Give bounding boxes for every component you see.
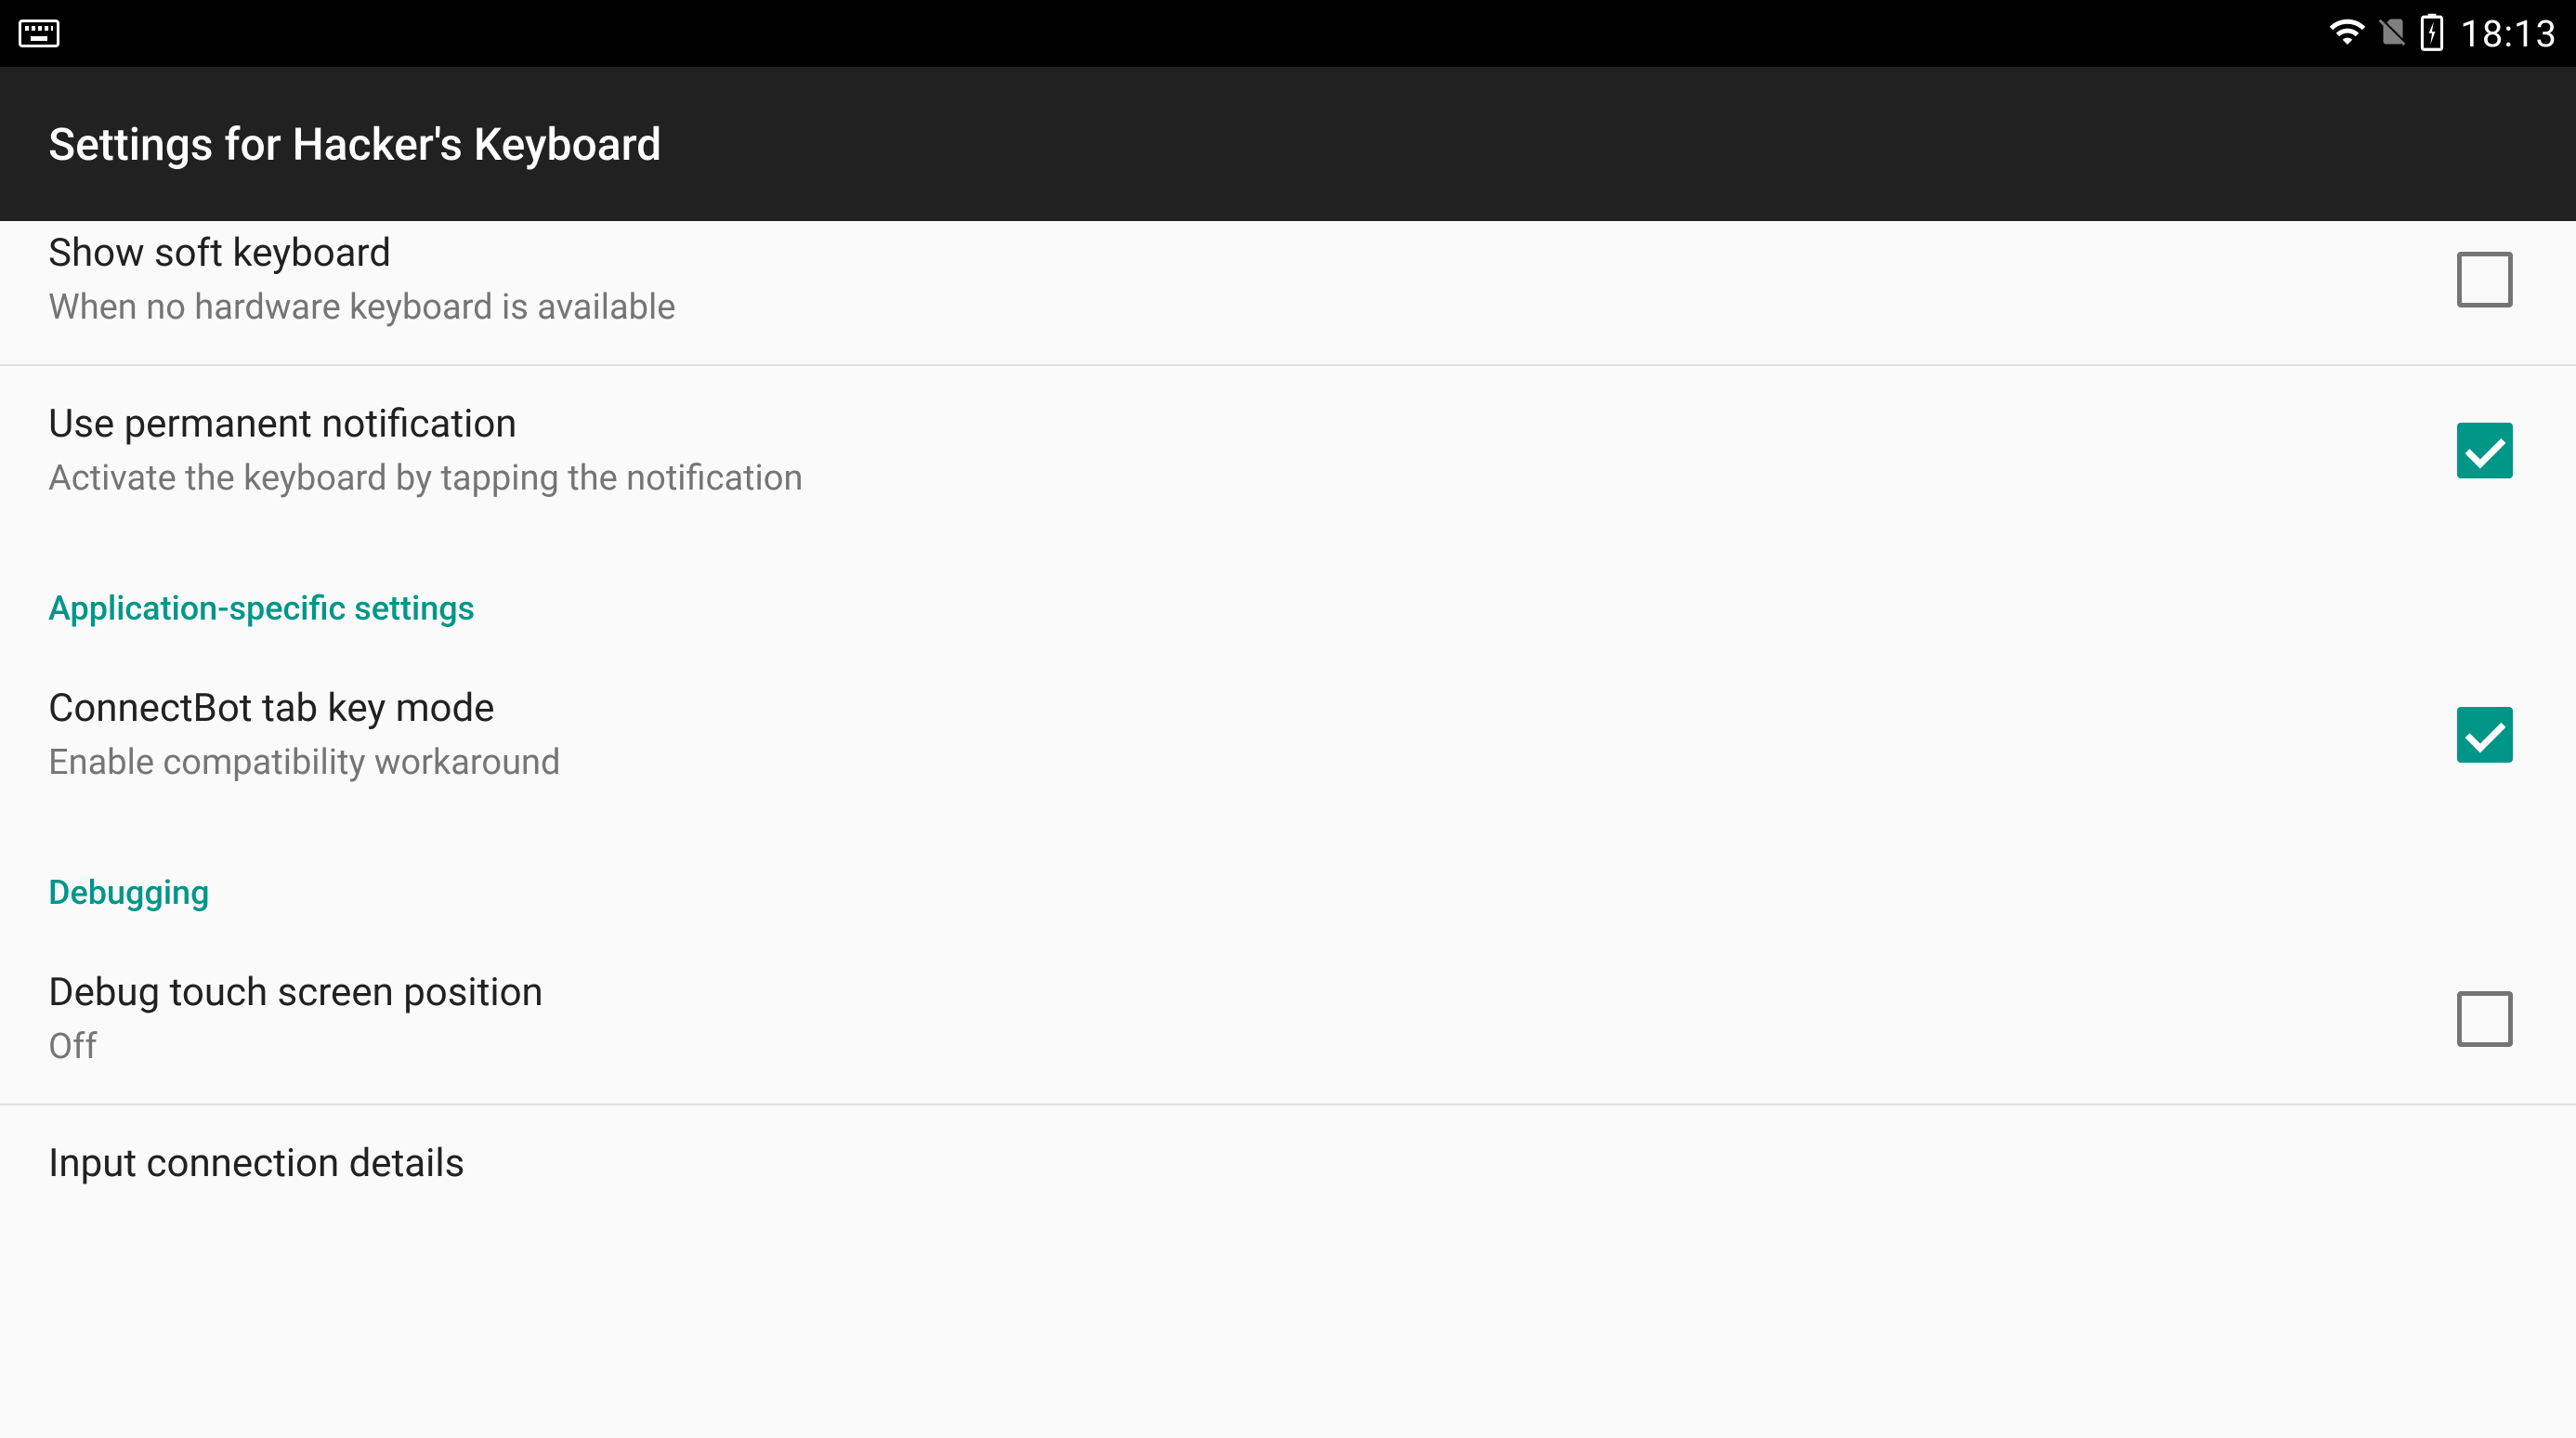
setting-show-soft-keyboard[interactable]: Show soft keyboard When no hardware keyb… [0, 221, 2576, 364]
checkbox-checked[interactable] [2457, 423, 2513, 478]
setting-title: Input connection details [48, 1139, 2528, 1190]
section-title: Application-specific settings [48, 589, 2528, 628]
setting-subtitle: Off [48, 1025, 2457, 1070]
section-application-specific: Application-specific settings [0, 535, 2576, 650]
setting-text: Use permanent notification Activate the … [48, 399, 2457, 502]
page-title: Settings for Hacker's Keyboard [48, 118, 661, 171]
wifi-icon [2328, 12, 2367, 55]
settings-list[interactable]: Show soft keyboard When no hardware keyb… [0, 221, 2576, 1223]
status-time: 18:13 [2460, 12, 2557, 56]
setting-title: ConnectBot tab key mode [48, 684, 2457, 735]
setting-title: Debug touch screen position [48, 968, 2457, 1019]
setting-text: Show soft keyboard When no hardware keyb… [48, 229, 2457, 331]
setting-debug-touch[interactable]: Debug touch screen position Off [0, 935, 2576, 1104]
setting-subtitle: When no hardware keyboard is available [48, 285, 2457, 331]
status-right: 18:13 [2328, 12, 2557, 56]
checkbox-unchecked[interactable] [2457, 991, 2513, 1047]
setting-input-connection-details[interactable]: Input connection details [0, 1105, 2576, 1223]
setting-permanent-notification[interactable]: Use permanent notification Activate the … [0, 366, 2576, 535]
checkbox-unchecked[interactable] [2457, 252, 2513, 307]
app-bar: Settings for Hacker's Keyboard [0, 67, 2576, 221]
setting-title: Show soft keyboard [48, 229, 2457, 280]
checkbox-checked[interactable] [2457, 707, 2513, 763]
keyboard-icon [19, 20, 59, 47]
setting-text: Debug touch screen position Off [48, 968, 2457, 1070]
section-title: Debugging [48, 873, 2528, 912]
battery-charging-icon [2419, 12, 2445, 55]
section-debugging: Debugging [0, 819, 2576, 935]
setting-text: Input connection details [48, 1139, 2528, 1190]
setting-title: Use permanent notification [48, 399, 2457, 451]
status-left [19, 20, 59, 47]
no-sim-icon [2376, 15, 2410, 52]
setting-subtitle: Activate the keyboard by tapping the not… [48, 456, 2457, 502]
status-bar: 18:13 [0, 0, 2576, 67]
setting-subtitle: Enable compatibility workaround [48, 740, 2457, 786]
setting-connectbot-tab[interactable]: ConnectBot tab key mode Enable compatibi… [0, 650, 2576, 819]
setting-text: ConnectBot tab key mode Enable compatibi… [48, 684, 2457, 786]
